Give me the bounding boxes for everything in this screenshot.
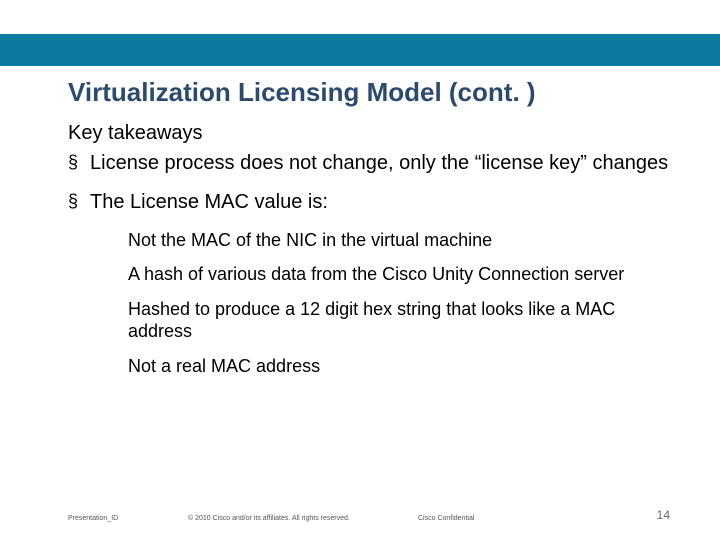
footer-copyright: © 2010 Cisco and/or its affiliates. All … — [188, 515, 350, 522]
sub-bullet-item: Not the MAC of the NIC in the virtual ma… — [128, 229, 670, 252]
bullet-item: The License MAC value is: — [68, 190, 670, 215]
slide-footer: Presentation_ID © 2010 Cisco and/or its … — [68, 506, 670, 522]
sub-bullet-item: Not a real MAC address — [128, 355, 670, 378]
slide-content: Virtualization Licensing Model (cont. ) … — [68, 78, 670, 389]
bullet-item: License process does not change, only th… — [68, 151, 670, 176]
sub-bullet-item: A hash of various data from the Cisco Un… — [128, 263, 670, 286]
slide-title: Virtualization Licensing Model (cont. ) — [68, 78, 670, 108]
footer-presentation-id: Presentation_ID — [68, 515, 118, 522]
sub-bullet-block: Not the MAC of the NIC in the virtual ma… — [128, 229, 670, 378]
accent-band — [0, 34, 720, 66]
slide: Virtualization Licensing Model (cont. ) … — [0, 0, 720, 540]
subhead: Key takeaways — [68, 122, 670, 145]
footer-confidential: Cisco Confidential — [418, 515, 474, 522]
footer-page-number: 14 — [657, 508, 670, 522]
sub-bullet-item: Hashed to produce a 12 digit hex string … — [128, 298, 670, 343]
bullet-list-1: License process does not change, only th… — [68, 151, 670, 176]
bullet-list-2: The License MAC value is: — [68, 190, 670, 215]
